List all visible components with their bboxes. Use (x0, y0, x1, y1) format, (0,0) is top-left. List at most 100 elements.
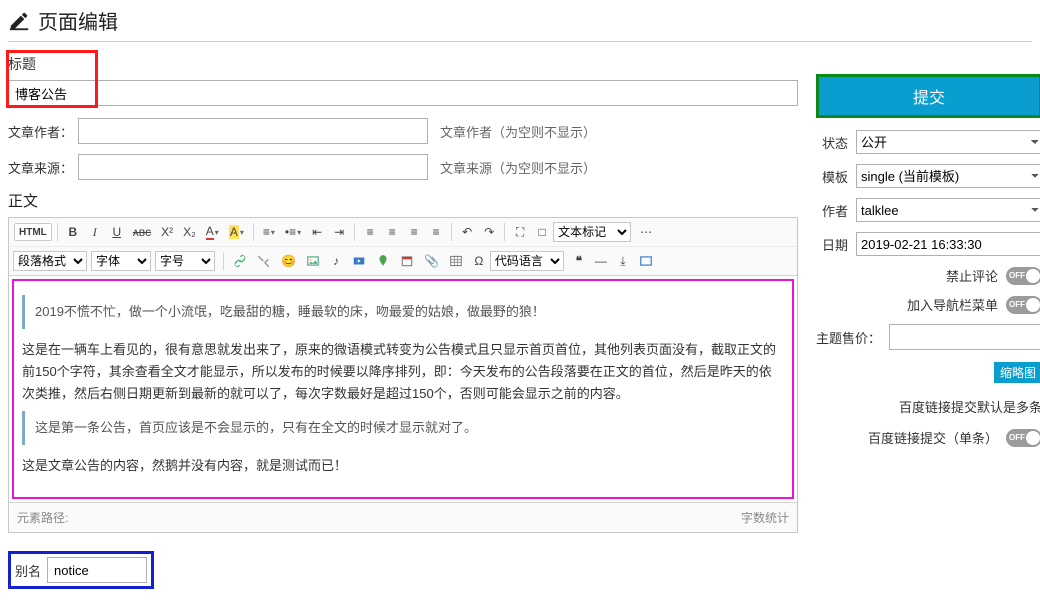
toolbar-separator (354, 223, 355, 241)
blockquote-1: 2019不慌不忙，做一个小流氓，吃最甜的糖，睡最软的床，吻最爱的姑娘，做最野的狼… (22, 295, 784, 329)
body-label: 正文 (8, 190, 798, 211)
toolbar-separator (253, 223, 254, 241)
toolbar-row-2: 段落格式 字体 字号 😊 ♪ 📎 Ω (9, 246, 797, 275)
link-button[interactable] (229, 251, 251, 271)
author-side-label: 作者 (816, 201, 856, 220)
page-edit-root: 页面编辑 标题 文章作者： 文章作者（为空则不显示） 文章来源： 文章来源（为空… (0, 0, 1040, 607)
fullscreen-button[interactable]: ⛶ (510, 222, 530, 242)
unlink-button[interactable] (253, 251, 275, 271)
author-input[interactable] (78, 118, 428, 144)
outdent-button[interactable]: ⇤ (307, 222, 327, 242)
toolbar-separator (223, 252, 224, 270)
baidu-single-toggle[interactable]: OFF (1006, 429, 1040, 447)
template-label: 模板 (816, 167, 856, 186)
rich-text-editor: HTML B I U ᴀʙᴄ X² X₂ A▾ A▾ ≡▾ •≡▾ ⇤ (8, 217, 798, 533)
iframe-button[interactable] (635, 251, 657, 271)
title-field: 标题 (8, 52, 798, 106)
editor-toolbar: HTML B I U ᴀʙᴄ X² X₂ A▾ A▾ ≡▾ •≡▾ ⇤ (9, 218, 797, 276)
date-input[interactable] (856, 232, 1040, 256)
underline-button[interactable]: U (107, 222, 127, 242)
page-header: 页面编辑 (8, 0, 1032, 42)
disable-comments-row: 禁止评论 OFF (816, 266, 1040, 285)
toolbar-separator (504, 223, 505, 241)
table-button[interactable] (445, 251, 467, 271)
sidebar: 提交 状态 公开 模板 single (当前模板) 作者 talklee 日期 … (816, 52, 1040, 589)
status-select[interactable]: 公开 (856, 130, 1040, 154)
source-input[interactable] (78, 154, 428, 180)
source-row: 文章来源： 文章来源（为空则不显示） (8, 154, 798, 180)
code-lang-select[interactable]: 代码语言 (490, 251, 564, 271)
date-label: 日期 (816, 235, 856, 254)
undo-button[interactable]: ↶ (457, 222, 477, 242)
submit-button[interactable]: 提交 (819, 77, 1039, 115)
theme-price-input[interactable] (889, 324, 1040, 350)
blockquote-2: 这是第一条公告，首页应该是不会显示的，只有在全文的时候才显示就对了。 (22, 411, 784, 445)
align-center-button[interactable]: ≡ (382, 222, 402, 242)
ordered-list-button[interactable]: ≡▾ (259, 222, 279, 242)
baidu-default-note: 百度链接提交默认是多条 (816, 397, 1040, 416)
unordered-list-button[interactable]: •≡▾ (281, 222, 305, 242)
bold-button[interactable]: B (63, 222, 83, 242)
paragraph-2: 这是文章公告的内容，然鹅并没有内容，就是测试而已！ (22, 455, 784, 477)
image-button[interactable] (302, 251, 324, 271)
paragraph-format-select[interactable]: 段落格式 (13, 251, 87, 271)
music-button[interactable]: ♪ (326, 251, 346, 271)
edit-page-icon (8, 10, 30, 32)
baidu-single-row: 百度链接提交（单条） OFF (816, 428, 1040, 447)
title-input[interactable] (8, 80, 798, 106)
pagebreak-button[interactable]: ⤓ (613, 251, 633, 271)
disable-comments-toggle[interactable]: OFF (1006, 267, 1040, 285)
redo-button[interactable]: ↷ (479, 222, 499, 242)
thumbnail-header[interactable]: 缩略图 (994, 362, 1040, 383)
alias-field: 别名 (8, 551, 154, 589)
author-hint: 文章作者（为空则不显示） (440, 122, 596, 141)
date-row: 日期 (816, 232, 1040, 256)
more-button[interactable]: ⋯ (636, 222, 656, 242)
source-hint: 文章来源（为空则不显示） (440, 158, 596, 177)
superscript-button[interactable]: X² (157, 222, 177, 242)
font-family-select[interactable]: 字体 (91, 251, 151, 271)
special-char-button[interactable]: Ω (469, 251, 489, 271)
align-left-button[interactable]: ≡ (360, 222, 380, 242)
align-justify-button[interactable]: ≡ (426, 222, 446, 242)
alias-input[interactable] (47, 557, 147, 583)
toolbar-separator (57, 223, 58, 241)
preview-button[interactable]: □ (532, 222, 552, 242)
word-count-label[interactable]: 字数统计 (741, 509, 789, 526)
paragraph-1: 这是在一辆车上看见的，很有意思就发出来了，原来的微语模式转变为公告模式且只显示首… (22, 339, 784, 405)
font-size-select[interactable]: 字号 (155, 251, 215, 271)
toolbar-row-1: HTML B I U ᴀʙᴄ X² X₂ A▾ A▾ ≡▾ •≡▾ ⇤ (9, 218, 797, 246)
forecolor-button[interactable]: A▾ (202, 222, 223, 242)
title-label: 标题 (8, 52, 798, 76)
html-source-button[interactable]: HTML (14, 223, 52, 241)
template-row: 模板 single (当前模板) (816, 164, 1040, 188)
italic-button[interactable]: I (85, 222, 105, 242)
text-tag-select[interactable]: 文本标记 (553, 222, 631, 242)
editor-content-area[interactable]: 2019不慌不忙，做一个小流氓，吃最甜的糖，睡最软的床，吻最爱的姑娘，做最野的狼… (12, 279, 794, 499)
status-row: 状态 公开 (816, 130, 1040, 154)
backcolor-button[interactable]: A▾ (225, 222, 248, 242)
add-nav-row: 加入导航栏菜单 OFF (816, 295, 1040, 314)
add-nav-toggle[interactable]: OFF (1006, 296, 1040, 314)
author-select[interactable]: talklee (856, 198, 1040, 222)
indent-button[interactable]: ⇥ (329, 222, 349, 242)
attachment-button[interactable]: 📎 (420, 251, 443, 271)
hr-button[interactable]: — (591, 251, 611, 271)
theme-price-label: 主题售价： (816, 328, 881, 347)
baidu-single-label: 百度链接提交（单条） (868, 428, 998, 447)
author-label: 文章作者： (8, 122, 78, 141)
map-button[interactable] (372, 251, 394, 271)
template-select[interactable]: single (当前模板) (856, 164, 1040, 188)
calendar-button[interactable] (396, 251, 418, 271)
alias-label: 别名 (15, 561, 47, 580)
emoji-button[interactable]: 😊 (277, 251, 300, 271)
align-right-button[interactable]: ≡ (404, 222, 424, 242)
author-side-row: 作者 talklee (816, 198, 1040, 222)
strike-button[interactable]: ᴀʙᴄ (129, 222, 155, 242)
toolbar-separator (451, 223, 452, 241)
blockquote-button[interactable]: ❝ (569, 251, 589, 271)
subscript-button[interactable]: X₂ (179, 222, 200, 242)
author-row: 文章作者： 文章作者（为空则不显示） (8, 118, 798, 144)
video-button[interactable] (348, 251, 370, 271)
editor-footer: 元素路径: 字数统计 (9, 502, 797, 532)
